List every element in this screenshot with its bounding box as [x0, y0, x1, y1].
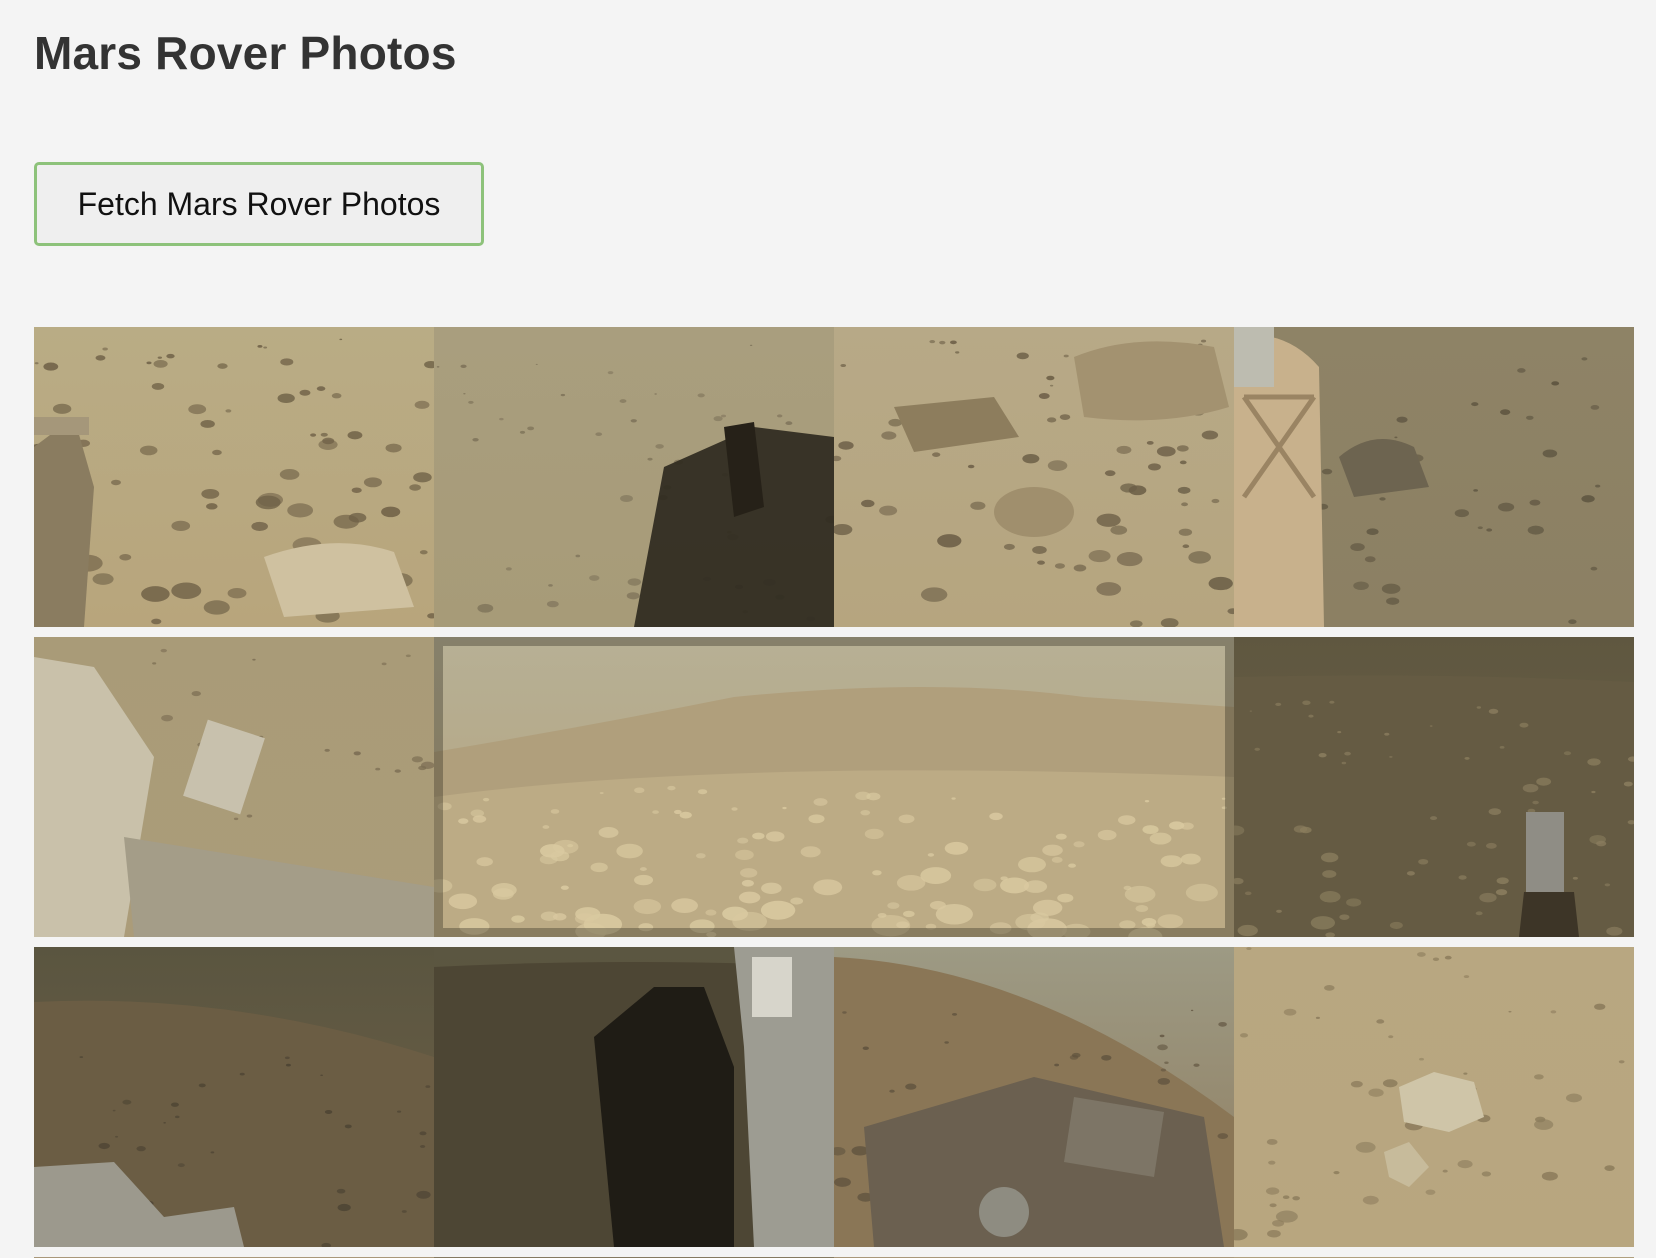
photo-rover-deck-and-hills — [834, 947, 1234, 1247]
page-title: Mars Rover Photos — [34, 27, 457, 79]
photo-sand-with-rover-shadow — [434, 327, 834, 627]
photo-rover-panel-and-rock — [1234, 327, 1634, 627]
photo-dim-plain-with-sample-tube-image — [1234, 637, 1634, 937]
photo-wide-crater-landscape — [434, 637, 1234, 937]
photo-rocky-field-with-rover-arm-image — [34, 327, 434, 627]
photo-rocks-on-sand-close — [1234, 947, 1634, 1247]
photo-dark-horizon-with-rover-deck — [34, 947, 434, 1247]
photo-rover-mast-close-up — [34, 637, 434, 937]
photo-rocks-on-sand-close-image — [1234, 947, 1634, 1247]
photo-rover-shadow-dark-image — [434, 947, 834, 1247]
photo-boulders-on-sand — [834, 327, 1234, 627]
photo-sand-with-rover-shadow-image — [434, 327, 834, 627]
photo-rover-deck-and-hills-image — [834, 947, 1234, 1247]
fetch-photos-button[interactable]: Fetch Mars Rover Photos — [34, 162, 484, 246]
photo-rover-mast-close-up-image — [34, 637, 434, 937]
photo-rover-shadow-dark — [434, 947, 834, 1247]
photo-boulders-on-sand-image — [834, 327, 1234, 627]
photo-wide-crater-landscape-image — [434, 637, 1234, 937]
page: Mars Rover Photos Fetch Mars Rover Photo… — [0, 0, 1656, 1258]
photo-rocky-field-with-rover-arm — [34, 327, 434, 627]
photo-dim-plain-with-sample-tube — [1234, 637, 1634, 937]
photo-dark-horizon-with-rover-deck-image — [34, 947, 434, 1247]
photo-rover-panel-and-rock-image — [1234, 327, 1634, 627]
